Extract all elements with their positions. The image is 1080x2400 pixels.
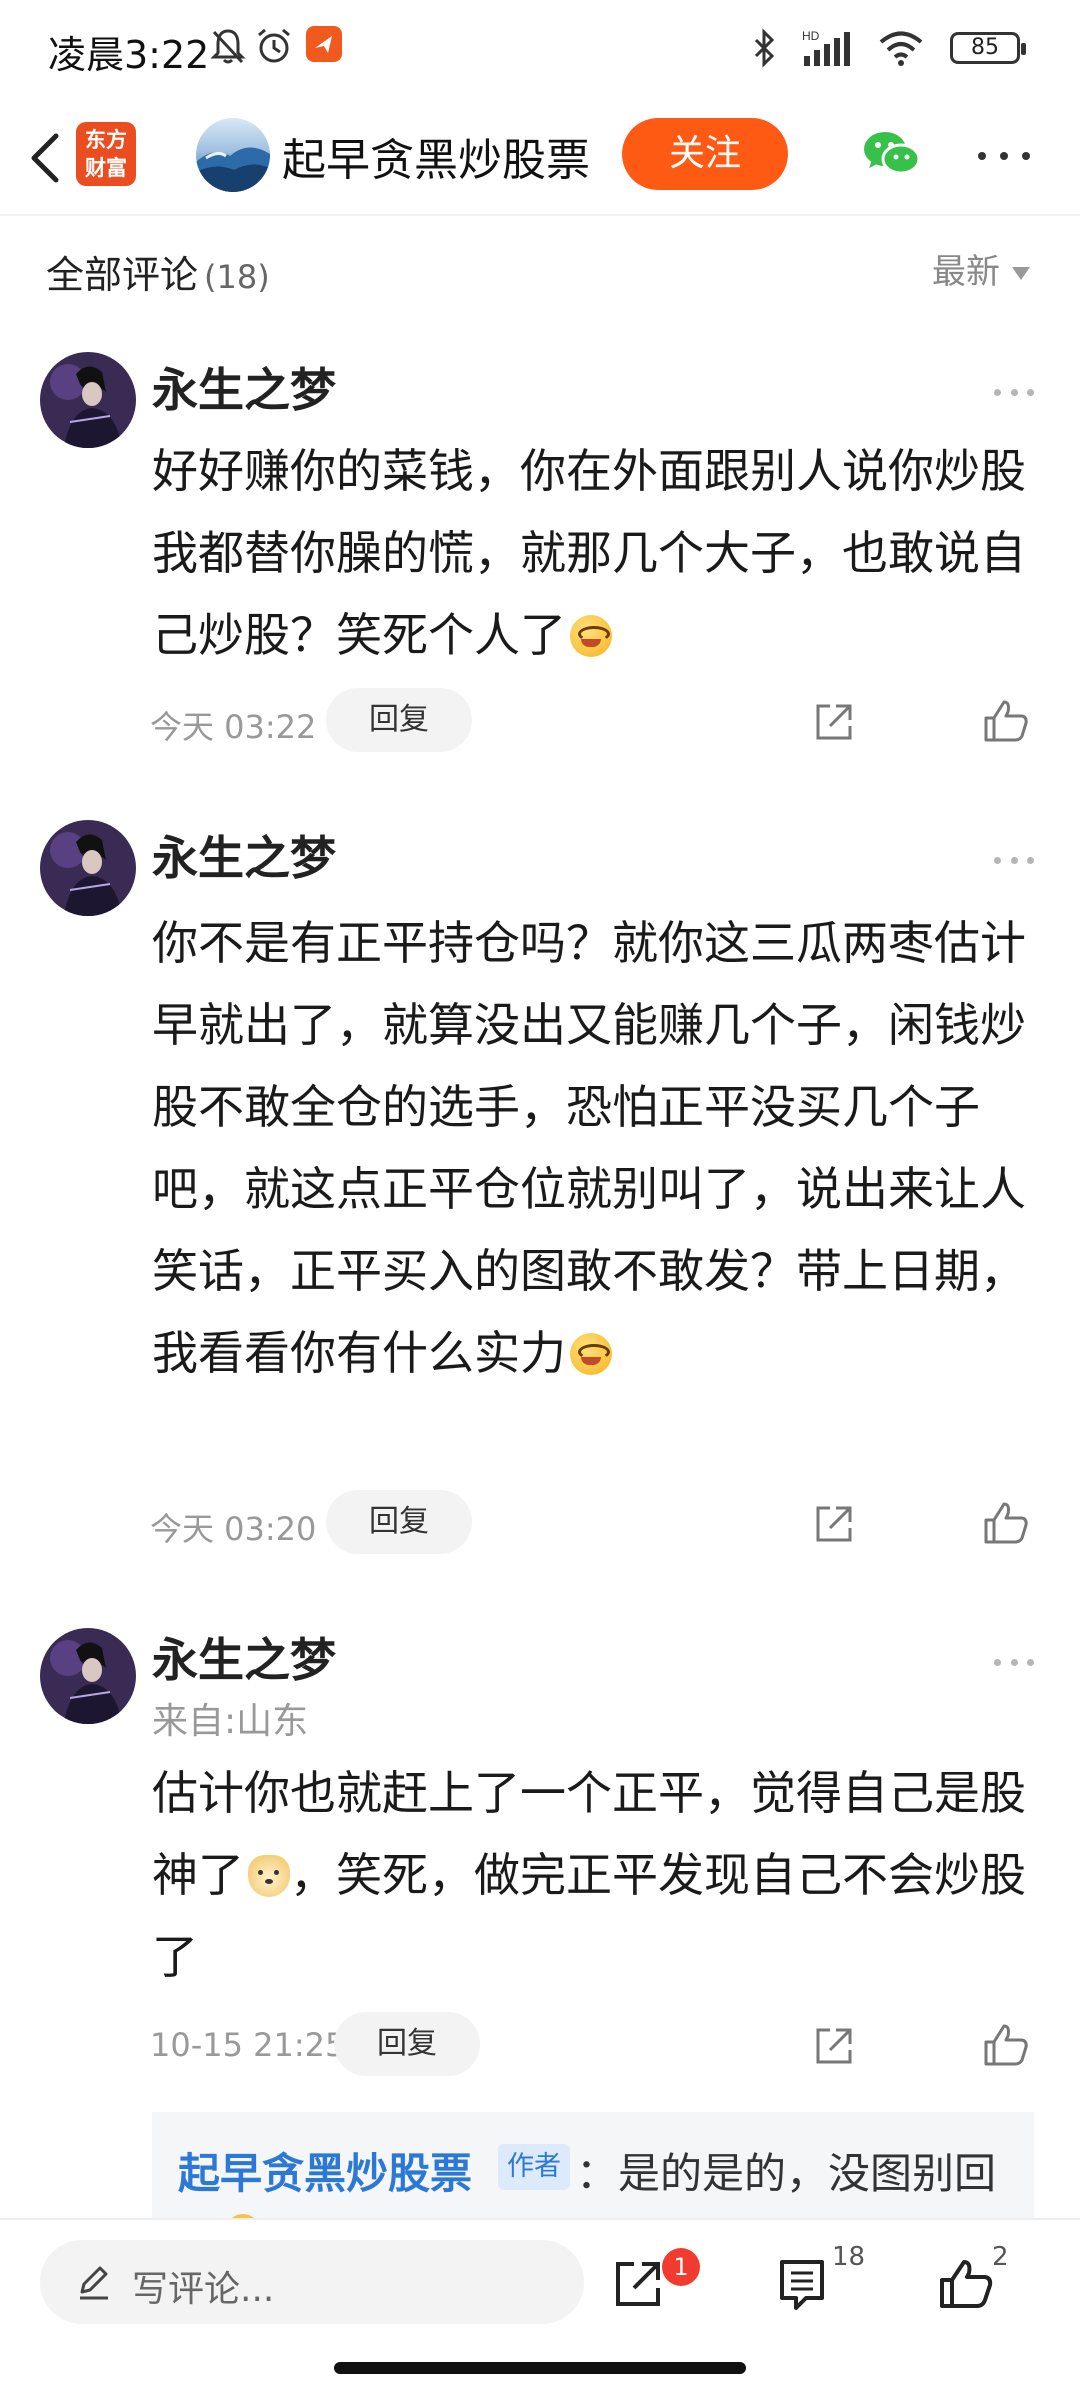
author-reply-text: ：是的是的，没图别回: [576, 2149, 997, 2198]
svg-text:HD: HD: [802, 29, 820, 43]
commenter-avatar[interactable]: [40, 1628, 136, 1724]
like-icon[interactable]: [982, 1500, 1030, 1546]
like-icon[interactable]: [938, 2256, 994, 2312]
pencil-icon: [80, 2266, 108, 2300]
reply-button[interactable]: 回复: [326, 688, 472, 752]
comment-time: 10-15 21:25: [150, 2026, 346, 2064]
commenter-avatar[interactable]: [40, 352, 136, 448]
author-reply[interactable]: 起早贪黑炒股票 作者 ：是的是的，没图别回: [152, 2112, 1034, 2222]
wechat-icon[interactable]: [862, 128, 922, 180]
commenter-avatar-image: [40, 1628, 136, 1724]
hd-signal-icon: HD: [802, 29, 850, 66]
commenter-avatar-image: [40, 820, 136, 916]
comment-more-icon[interactable]: [994, 1656, 1034, 1668]
author-avatar-image: [196, 118, 270, 192]
comment-time: 今天 03:22: [150, 708, 317, 746]
commenter-avatar[interactable]: [40, 820, 136, 916]
comment-input-placeholder: 写评论...: [132, 2269, 275, 2310]
comment-input[interactable]: 写评论...: [40, 2240, 584, 2324]
share-icon[interactable]: [610, 2256, 666, 2312]
back-icon[interactable]: [22, 128, 72, 188]
bluetooth-icon: [754, 28, 775, 68]
like-icon[interactable]: [982, 698, 1030, 744]
mute-bell-icon: [210, 29, 246, 64]
commenter-name[interactable]: 永生之梦: [152, 1624, 336, 1690]
doge-emoji-icon: [248, 1855, 290, 1897]
share-icon[interactable]: [812, 2024, 856, 2068]
share-icon[interactable]: [812, 700, 856, 744]
app-notification-icon: [306, 26, 342, 62]
battery-indicator: 85: [950, 32, 1026, 64]
chevron-down-icon: [1012, 267, 1030, 280]
comment-text: 估计你也就赶上了一个正平，觉得自己是股神了 ，笑死，做完正平发现自己不会炒股了: [152, 1766, 1026, 1984]
comments-title: 全部评论: [46, 253, 199, 297]
comments-count: (18): [204, 258, 270, 296]
commenter-avatar-image: [40, 352, 136, 448]
like-count: 2: [992, 2242, 1009, 2272]
comments-section-header: 全部评论 (18) 最新: [0, 218, 1080, 316]
author-reply-name[interactable]: 起早贪黑炒股票: [178, 2140, 472, 2201]
brand-line2: 财富: [85, 156, 127, 180]
share-badge: 1: [662, 2248, 700, 2286]
like-icon[interactable]: [982, 2022, 1030, 2068]
more-icon[interactable]: [978, 136, 1030, 176]
author-badge: 作者: [498, 2144, 570, 2190]
brand-line1: 东方: [85, 128, 127, 152]
author-avatar[interactable]: [196, 118, 270, 192]
comment-count: 18: [832, 2242, 866, 2272]
post-header: 东方 财富 起早贪黑炒股票 关注: [0, 100, 1080, 216]
eastmoney-logo[interactable]: 东方 财富: [76, 122, 136, 186]
reply-button[interactable]: 回复: [326, 1490, 472, 1554]
sort-label: 最新: [932, 252, 1000, 292]
page-title[interactable]: 起早贪黑炒股票: [282, 124, 590, 188]
commenter-name[interactable]: 永生之梦: [152, 354, 336, 420]
share-icon[interactable]: [812, 1502, 856, 1546]
comment-more-icon[interactable]: [994, 386, 1034, 398]
status-bar: 凌晨3:22 HD 85: [0, 0, 1080, 100]
comment-time: 今天 03:20: [150, 1510, 317, 1548]
wifi-icon: [879, 31, 923, 66]
reply-button[interactable]: 回复: [334, 2012, 480, 2076]
sort-dropdown[interactable]: 最新: [932, 244, 1030, 293]
commenter-name[interactable]: 永生之梦: [152, 822, 336, 888]
alarm-icon: [258, 28, 290, 63]
blush-smile-emoji-icon: [570, 615, 612, 657]
home-indicator[interactable]: [334, 2362, 746, 2374]
comment-text: 你不是有正平持仓吗？就你这三瓜两枣估计早就出了，就算没出又能赚几个子，闲钱炒股不…: [152, 916, 1026, 1380]
comment-text: 好好赚你的菜钱，你在外面跟别人说你炒股我都替你臊的慌，就那几个大子，也敢说自己炒…: [152, 444, 1026, 662]
blush-smile-emoji-icon: [570, 1333, 612, 1375]
comment-more-icon[interactable]: [994, 854, 1034, 866]
commenter-location: 来自:山东: [152, 1701, 309, 1742]
status-time: 凌晨3:22: [48, 33, 210, 77]
comment-list-icon[interactable]: [776, 2256, 828, 2312]
follow-button[interactable]: 关注: [622, 118, 788, 190]
